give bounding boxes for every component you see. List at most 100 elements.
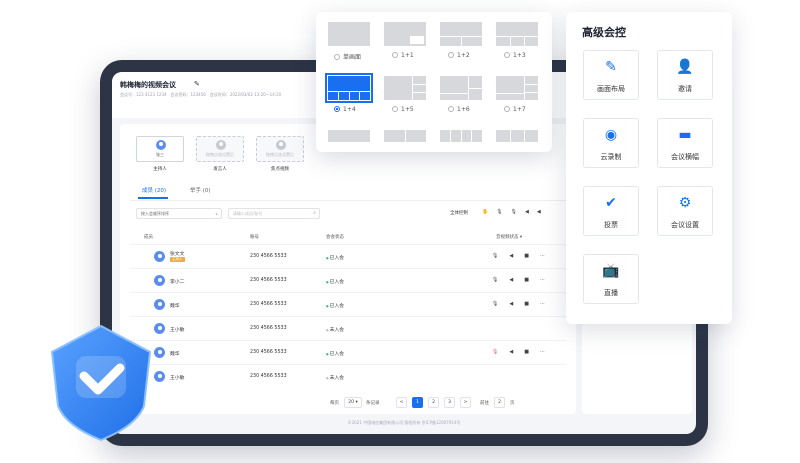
layout-1plus7-thumb[interactable] xyxy=(496,76,538,100)
meeting-title: 韩梅梅的视频会议 xyxy=(120,81,176,89)
layout-more-thumb[interactable] xyxy=(328,130,370,142)
layout-1plus4-thumb[interactable] xyxy=(325,73,373,103)
radio-selected-icon xyxy=(334,106,340,112)
member-name: 王小敏 xyxy=(170,328,185,333)
camera-icon[interactable]: ■ xyxy=(524,301,529,307)
layout-more-thumb[interactable] xyxy=(440,130,482,142)
more-icon[interactable]: ··· xyxy=(540,349,545,355)
jump-suffix: 页 xyxy=(510,401,515,406)
layout-more-thumb[interactable] xyxy=(496,130,538,142)
table-row[interactable]: 王小敏 230 4566 5533 未入会 xyxy=(130,316,566,340)
speaker-icon[interactable]: ◀ xyxy=(509,253,513,259)
speaker-icon[interactable]: ◀ xyxy=(509,277,513,283)
member-account: 230 4566 5533 xyxy=(250,374,287,379)
focus-video-slot[interactable]: 拖拽点选设置后 xyxy=(256,136,304,162)
layout-option-single[interactable]: 单画面 xyxy=(334,52,361,61)
meeting-settings-button[interactable]: ⚙ 会议设置 xyxy=(657,186,713,236)
camera-icon[interactable]: ■ xyxy=(524,349,529,355)
more-icon[interactable]: ··· xyxy=(540,253,545,259)
member-name: 张文文 xyxy=(170,252,185,257)
layout-option-1plus4[interactable]: 1+4 xyxy=(334,106,356,113)
camera-icon[interactable]: ■ xyxy=(524,277,529,283)
next-page-button[interactable]: > xyxy=(460,397,471,408)
invite-button[interactable]: 👤 邀请 xyxy=(657,50,713,100)
speaker-slot[interactable]: 拖拽点选设置后 xyxy=(196,136,244,162)
member-name: 魏华 xyxy=(170,352,180,357)
table-row[interactable]: 魏华 230 4566 5533 已入会 🎙 ◀ ■ ··· xyxy=(130,340,566,364)
layout-option-1plus3[interactable]: 1+3 xyxy=(504,52,526,59)
row-controls: 🎙 ◀ ■ ··· xyxy=(492,277,556,283)
layout-option-1plus5[interactable]: 1+5 xyxy=(392,106,414,113)
speaker-off-icon[interactable]: ◀ xyxy=(537,209,541,215)
layout-1plus6-thumb[interactable] xyxy=(440,76,482,100)
table-row[interactable]: 魏华 230 4566 5533 已入会 🎙 ◀ ■ ··· xyxy=(130,292,566,316)
jump-page-input[interactable]: 2 xyxy=(494,397,505,408)
chevron-down-icon: ∨ xyxy=(215,211,218,216)
speaker-icon[interactable]: ◀ xyxy=(509,349,513,355)
row-controls: 🎙 ◀ ■ ··· xyxy=(492,253,556,259)
layout-1plus1-thumb[interactable] xyxy=(384,22,426,46)
col-av-status[interactable]: 音视频状态 ▾ xyxy=(496,234,522,240)
speaker-icon[interactable]: ◀ xyxy=(509,301,513,307)
layout-more-thumb[interactable] xyxy=(384,130,426,142)
gear-icon: ⚙ xyxy=(678,195,692,211)
layout-option-1plus1[interactable]: 1+1 xyxy=(392,52,414,59)
member-search-input[interactable]: 请输入成员/账号 ⌕ xyxy=(228,208,320,219)
layout-1plus2-thumb[interactable] xyxy=(440,22,482,46)
layout-edit-icon: ✎ xyxy=(605,59,617,75)
prev-page-button[interactable]: < xyxy=(396,397,407,408)
copyright-footer: ©2021 中国电信集团有限公司 版权所有 京ICP备12007914号 xyxy=(347,420,461,425)
layout-button[interactable]: ✎ 画面布局 xyxy=(583,50,639,100)
mic-muted-icon[interactable]: 🎙 xyxy=(492,349,498,355)
table-row[interactable]: 李小二 230 4566 5533 已入会 🎙 ◀ ■ ··· xyxy=(130,268,566,292)
cloud-record-icon: ◉ xyxy=(604,127,618,143)
panel-title: 高级会控 xyxy=(582,26,626,39)
radio-icon xyxy=(392,106,398,112)
camera-icon[interactable]: ■ xyxy=(524,253,529,259)
mic-off-icon[interactable]: 🎙 xyxy=(511,209,517,215)
layout-1plus5-thumb[interactable] xyxy=(384,76,426,100)
edit-pencil-icon[interactable]: ✎ xyxy=(194,80,200,88)
table-row[interactable]: 张文文 主持人 230 4566 5533 已入会 🎙 ◀ ■ ··· xyxy=(130,244,566,268)
layout-option-1plus2[interactable]: 1+2 xyxy=(448,52,470,59)
banner-button[interactable]: ▬ 会议横幅 xyxy=(657,118,713,168)
speaker-icon[interactable]: ◀ xyxy=(525,209,529,215)
sort-select-value: 按入会顺序排序 xyxy=(141,211,169,216)
host-slot[interactable]: 张三 xyxy=(136,136,184,162)
layout-single-thumb[interactable] xyxy=(328,22,370,46)
member-account: 230 4566 5533 xyxy=(250,350,287,355)
more-icon[interactable]: ··· xyxy=(540,277,545,283)
page-2-button[interactable]: 2 xyxy=(428,397,439,408)
button-label: 云录制 xyxy=(600,153,622,161)
col-status: 会会状态 xyxy=(326,235,344,240)
layout-1plus3-thumb[interactable] xyxy=(496,22,538,46)
table-row[interactable]: 王小敏 230 4566 5533 未入会 xyxy=(130,364,566,388)
page-3-button[interactable]: 3 xyxy=(444,397,455,408)
tab-members[interactable]: 成员 (20) xyxy=(142,186,166,194)
avatar xyxy=(216,140,226,150)
sort-select[interactable]: 按入会顺序排序 ∨ xyxy=(136,208,222,219)
mic-icon[interactable]: 🎙 xyxy=(492,253,498,259)
hand-icon[interactable]: ✋ xyxy=(482,209,488,215)
vote-button[interactable]: ✔ 投票 xyxy=(583,186,639,236)
layout-option-1plus6[interactable]: 1+6 xyxy=(448,106,470,113)
more-icon[interactable]: ··· xyxy=(540,301,545,307)
mic-icon[interactable]: 🎙 xyxy=(496,209,502,215)
live-stream-button[interactable]: 📺 直播 xyxy=(583,254,639,304)
button-label: 投票 xyxy=(604,221,618,229)
mic-icon[interactable]: 🎙 xyxy=(492,277,498,283)
speaker-hint: 拖拽点选设置后 xyxy=(206,152,234,157)
tab-raised-hands[interactable]: 举手 (0) xyxy=(190,186,211,194)
banner-icon: ▬ xyxy=(678,127,692,143)
member-name: 王小敏 xyxy=(170,376,185,381)
member-account: 230 4566 5533 xyxy=(250,302,287,307)
layout-option-1plus7[interactable]: 1+7 xyxy=(504,106,526,113)
page-1-button[interactable]: 1 xyxy=(412,397,423,408)
avatar xyxy=(276,140,286,150)
meeting-meta: 会议号：123 4123 1234 会议密码：123456 会议时间：2022/… xyxy=(120,92,282,97)
mic-icon[interactable]: 🎙 xyxy=(492,301,498,307)
cloud-record-button[interactable]: ◉ 云录制 xyxy=(583,118,639,168)
radio-icon xyxy=(334,54,340,60)
per-page-select[interactable]: 20 ▾ xyxy=(344,397,362,408)
member-account: 230 4566 5533 xyxy=(250,326,287,331)
